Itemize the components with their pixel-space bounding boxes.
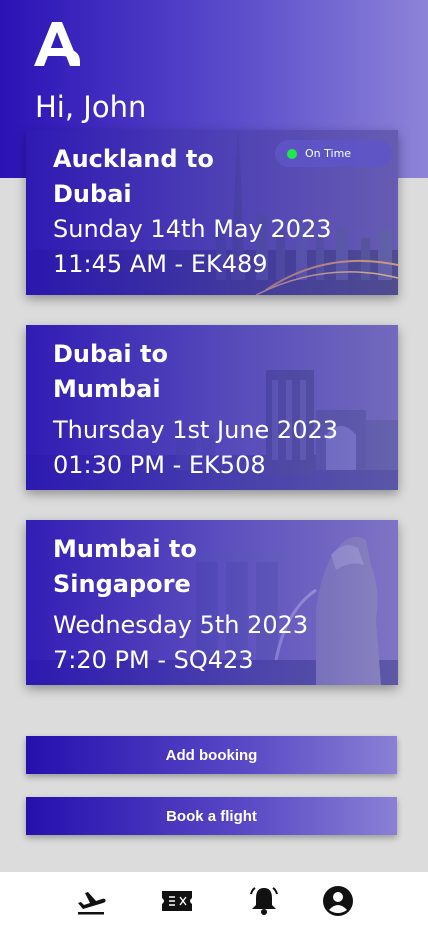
trip-time-flight: 7:20 PM - SQ423 xyxy=(53,646,254,674)
trip-date: Wednesday 5th 2023 xyxy=(53,611,309,639)
bottom-nav xyxy=(0,872,428,926)
status-label: On Time xyxy=(305,147,352,160)
route-destination: Mumbai xyxy=(53,375,161,403)
app-logo-icon xyxy=(34,22,80,66)
trip-card[interactable]: Auckland to Dubai Sunday 14th May 2023 1… xyxy=(26,130,398,295)
book-flight-button[interactable]: Book a flight xyxy=(26,797,397,835)
nav-item-tickets[interactable] xyxy=(160,885,194,917)
trip-route: Auckland to Dubai xyxy=(53,142,263,212)
route-origin: Dubai to xyxy=(53,340,168,368)
profile-icon xyxy=(323,886,353,916)
trip-date: Thursday 1st June 2023 xyxy=(53,416,339,444)
flight-departure-icon xyxy=(78,892,106,915)
status-badge: On Time xyxy=(275,140,392,167)
nav-item-notifications[interactable] xyxy=(247,885,281,917)
route-origin: Auckland to xyxy=(53,145,214,173)
trip-time-flight: 01:30 PM - EK508 xyxy=(53,451,266,479)
status-dot-icon xyxy=(287,148,297,159)
route-destination: Dubai xyxy=(53,180,132,208)
trip-route: Dubai to Mumbai xyxy=(53,337,263,407)
trip-date: Sunday 14th May 2023 xyxy=(53,215,332,243)
greeting-text: Hi, John xyxy=(35,90,147,124)
ticket-icon xyxy=(162,891,192,911)
nav-item-flights[interactable] xyxy=(74,885,108,917)
bell-icon xyxy=(250,887,278,915)
add-booking-button[interactable]: Add booking xyxy=(26,736,397,774)
trip-card[interactable]: Dubai to Mumbai Thursday 1st June 2023 0… xyxy=(26,325,398,490)
trip-time-flight: 11:45 AM - EK489 xyxy=(53,250,268,278)
route-destination: Singapore xyxy=(53,570,191,598)
nav-item-profile[interactable] xyxy=(321,885,355,917)
trip-route: Mumbai to Singapore xyxy=(53,532,263,602)
trip-card[interactable]: Mumbai to Singapore Wednesday 5th 2023 7… xyxy=(26,520,398,685)
route-origin: Mumbai to xyxy=(53,535,197,563)
